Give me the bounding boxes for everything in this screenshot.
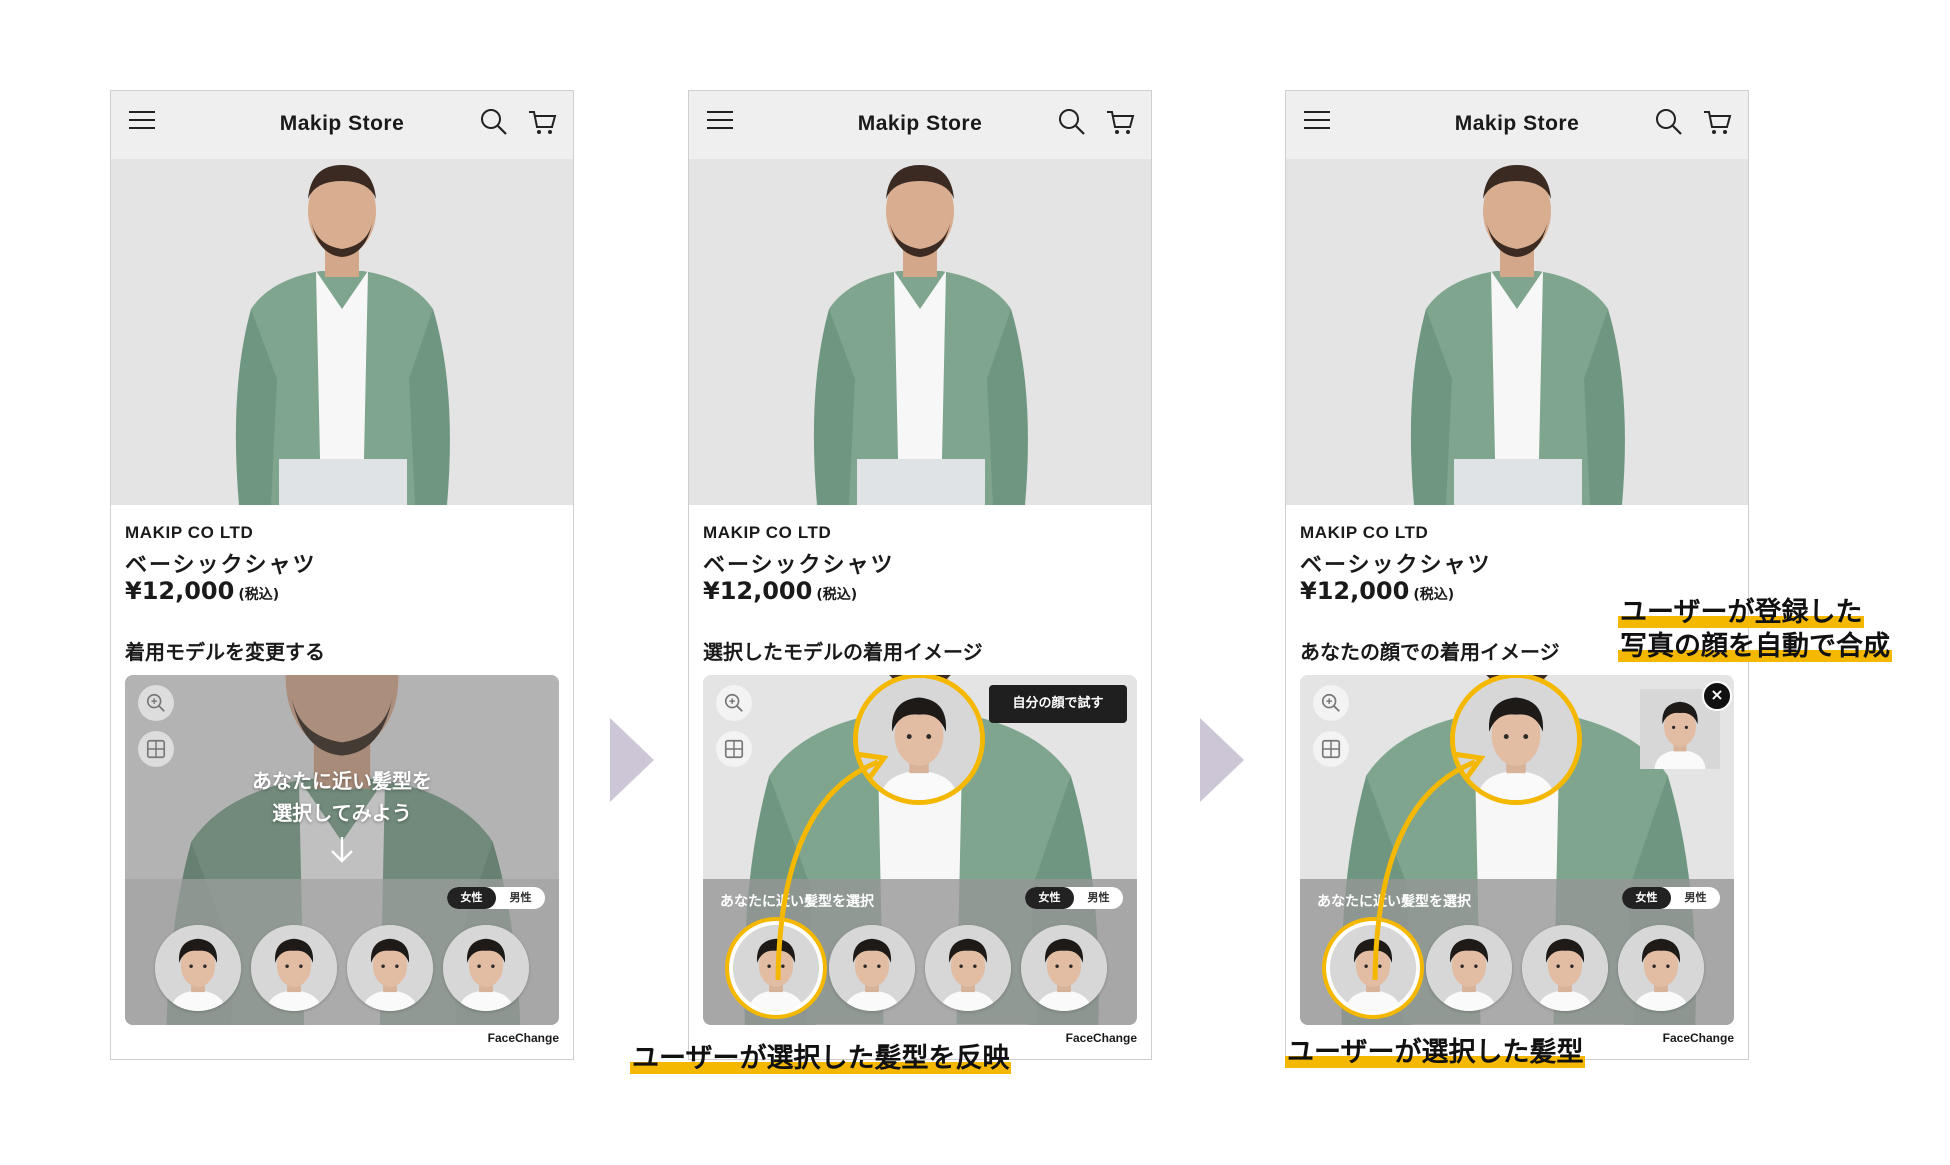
- hairstyle-option[interactable]: [1522, 925, 1608, 1011]
- hairstyle-prompt: あなたに近い髪型を 選択してみよう: [125, 765, 559, 829]
- gender-toggle[interactable]: 女性 男性: [1622, 887, 1720, 909]
- prompt-line-1: あなたに近い髪型を: [252, 769, 432, 793]
- facechange-logo: FaceChange: [487, 1031, 559, 1045]
- tax-label: (税込): [1413, 587, 1455, 603]
- grid-icon: [145, 738, 167, 760]
- hairstyle-tray: あなたに近い髪型を選択 女性 男性: [1300, 879, 1734, 1025]
- product-image: [1286, 159, 1748, 505]
- search-icon[interactable]: [1654, 107, 1684, 137]
- hairstyle-option[interactable]: [925, 925, 1011, 1011]
- prompt-line-2: 選択してみよう: [272, 801, 412, 825]
- hairstyle-option[interactable]: [1426, 925, 1512, 1011]
- hairstyle-option[interactable]: [1021, 925, 1107, 1011]
- brand-name: MAKIP CO LTD: [125, 523, 254, 542]
- grid-icon: [1320, 738, 1342, 760]
- zoom-button[interactable]: [138, 685, 174, 721]
- model-viewer: 自分の顔で試す あなたに近い髪型を選択 女性 男性: [703, 675, 1137, 1025]
- callout-reflect: ユーザーが選択した髪型を反映: [630, 1042, 1012, 1076]
- callout-upload-line-1: ユーザーが登録した: [1618, 597, 1865, 628]
- zoom-button[interactable]: [1313, 685, 1349, 721]
- product-price: ¥12,000 (税込): [703, 577, 858, 605]
- product-name: ベーシックシャツ: [1300, 553, 1492, 578]
- product-price: ¥12,000 (税込): [125, 577, 280, 605]
- try-with-my-face-button[interactable]: 自分の顔で試す: [989, 685, 1127, 723]
- product-name: ベーシックシャツ: [703, 553, 895, 578]
- phone-screen-3: Makip Store MAKIP CO LTD ベーシックシャツ ¥12,00…: [1285, 90, 1749, 1060]
- down-arrow-icon: [331, 837, 353, 863]
- search-icon[interactable]: [1057, 107, 1087, 137]
- gender-male-option[interactable]: 男性: [1671, 887, 1720, 909]
- callout-upload-line-2: 写真の顔を自動で合成: [1618, 631, 1892, 662]
- callout-upload: ユーザーが登録した 写真の顔を自動で合成: [1618, 596, 1892, 664]
- zoom-button[interactable]: [716, 685, 752, 721]
- hairstyle-option[interactable]: [1618, 925, 1704, 1011]
- composited-user-face: [1450, 675, 1582, 805]
- chevron-right-icon: [1200, 718, 1244, 802]
- app-bar: Makip Store: [689, 91, 1151, 159]
- close-icon[interactable]: ×: [1702, 681, 1732, 711]
- hairstyle-option[interactable]: [829, 925, 915, 1011]
- hairstyle-option[interactable]: [251, 925, 337, 1011]
- phone-screen-1: Makip Store MAKIP CO LTD ベーシックシャツ ¥12,00…: [110, 90, 574, 1060]
- tray-label: あなたに近い髪型を選択: [720, 894, 874, 910]
- product-image: [689, 159, 1151, 505]
- product-name: ベーシックシャツ: [125, 553, 317, 578]
- grid-button[interactable]: [716, 731, 752, 767]
- gender-toggle[interactable]: 女性 男性: [447, 887, 545, 909]
- hairstyle-option[interactable]: [155, 925, 241, 1011]
- model-viewer: あなたに近い髪型を 選択してみよう 女性 男性: [125, 675, 559, 1025]
- hairstyle-tray: 女性 男性: [125, 879, 559, 1025]
- gender-female-option[interactable]: 女性: [1622, 887, 1671, 909]
- grid-button[interactable]: [1313, 731, 1349, 767]
- hairstyle-tray: あなたに近い髪型を選択 女性 男性: [703, 879, 1137, 1025]
- gender-female-option[interactable]: 女性: [1025, 887, 1074, 909]
- gender-male-option[interactable]: 男性: [1074, 887, 1123, 909]
- gender-female-option[interactable]: 女性: [447, 887, 496, 909]
- callout-reflect-text: ユーザーが選択した髪型を反映: [630, 1043, 1012, 1074]
- hairstyle-option-selected[interactable]: [733, 925, 819, 1011]
- app-bar: Makip Store: [1286, 91, 1748, 159]
- app-bar: Makip Store: [111, 91, 573, 159]
- search-icon[interactable]: [479, 107, 509, 137]
- brand-name: MAKIP CO LTD: [1300, 523, 1429, 542]
- chevron-right-icon: [610, 718, 654, 802]
- grid-icon: [723, 738, 745, 760]
- zoom-icon: [145, 692, 167, 714]
- product-price: ¥12,000 (税込): [1300, 577, 1455, 605]
- swapped-hairstyle-face: [853, 675, 985, 805]
- facechange-logo: FaceChange: [1662, 1031, 1734, 1045]
- zoom-icon: [723, 692, 745, 714]
- cart-icon[interactable]: [527, 107, 557, 137]
- cart-icon[interactable]: [1702, 107, 1732, 137]
- hairstyle-option[interactable]: [347, 925, 433, 1011]
- hairstyle-option-selected[interactable]: [1330, 925, 1416, 1011]
- hairstyle-option[interactable]: [443, 925, 529, 1011]
- tax-label: (税込): [816, 587, 858, 603]
- tax-label: (税込): [238, 587, 280, 603]
- facechange-logo: FaceChange: [1065, 1031, 1137, 1045]
- zoom-icon: [1320, 692, 1342, 714]
- callout-selected-text: ユーザーが選択した髪型: [1285, 1037, 1586, 1068]
- section-title: あなたの顔での着用イメージ: [1300, 640, 1560, 664]
- tray-label: あなたに近い髪型を選択: [1317, 894, 1471, 910]
- grid-button[interactable]: [138, 731, 174, 767]
- gender-toggle[interactable]: 女性 男性: [1025, 887, 1123, 909]
- model-viewer: × あなたに近い髪型を選択 女性 男性: [1300, 675, 1734, 1025]
- product-image: [111, 159, 573, 505]
- callout-selected: ユーザーが選択した髪型: [1285, 1036, 1586, 1070]
- gender-male-option[interactable]: 男性: [496, 887, 545, 909]
- brand-name: MAKIP CO LTD: [703, 523, 832, 542]
- phone-screen-2: Makip Store MAKIP CO LTD ベーシックシャツ ¥12,00…: [688, 90, 1152, 1060]
- section-title: 着用モデルを変更する: [125, 640, 325, 664]
- section-title: 選択したモデルの着用イメージ: [703, 640, 983, 664]
- cart-icon[interactable]: [1105, 107, 1135, 137]
